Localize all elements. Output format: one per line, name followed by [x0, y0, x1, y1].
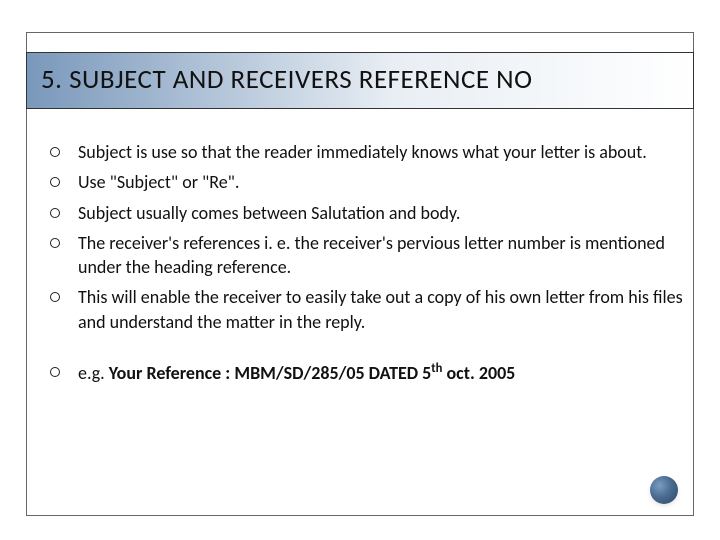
example-superscript: th [431, 361, 442, 376]
example-bold-inner: Your Reference : MBM/SD/285/05 DATED 5 [109, 362, 432, 384]
example-rest: oct. 2005 [442, 362, 515, 384]
example-bold-text: Your Reference : MBM/SD/285/05 DATED 5th… [109, 362, 516, 384]
bullet-text: This will enable the receiver to easily … [78, 286, 683, 332]
example-prefix: e.g. [78, 362, 109, 384]
spacer [44, 340, 686, 360]
list-item: Use "Subject" or "Re". [44, 170, 686, 194]
bullet-text: Use "Subject" or "Re". [78, 171, 239, 193]
bullet-list: Subject is use so that the reader immedi… [44, 140, 686, 334]
slide-title: 5. SUBJECT AND RECEIVERS REFERENCE NO [41, 63, 532, 96]
list-item: This will enable the receiver to easily … [44, 285, 686, 334]
bullet-text: Subject usually comes between Salutation… [78, 202, 460, 224]
list-item: e.g. Your Reference : MBM/SD/285/05 DATE… [44, 360, 686, 385]
decorative-dot-icon [650, 476, 678, 504]
list-item: Subject usually comes between Salutation… [44, 201, 686, 225]
bullet-text: The receiver's references i. e. the rece… [78, 232, 665, 278]
list-item: The receiver's references i. e. the rece… [44, 231, 686, 280]
title-box: 5. SUBJECT AND RECEIVERS REFERENCE NO [26, 52, 694, 109]
content-area: Subject is use so that the reader immedi… [44, 140, 686, 391]
example-list: e.g. Your Reference : MBM/SD/285/05 DATE… [44, 360, 686, 385]
list-item: Subject is use so that the reader immedi… [44, 140, 686, 164]
bullet-text: Subject is use so that the reader immedi… [78, 141, 647, 163]
